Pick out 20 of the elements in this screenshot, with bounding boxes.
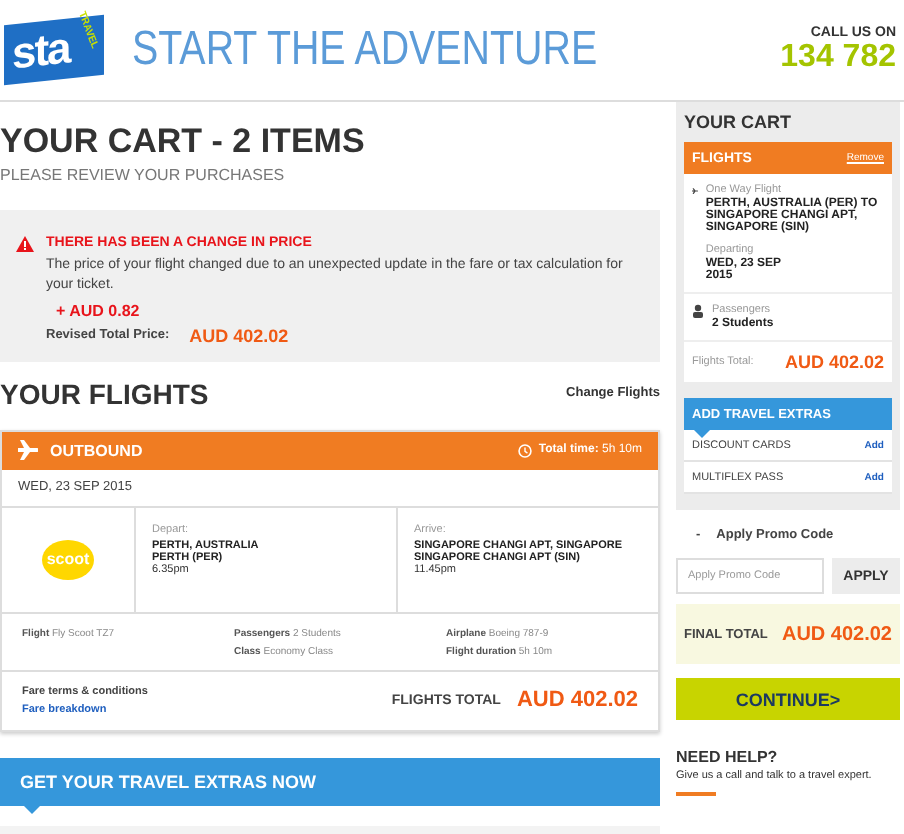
tagline: START THE ADVENTURE (132, 22, 598, 78)
price-change: + AUD 0.82 (56, 301, 142, 320)
person-icon (692, 304, 704, 318)
outbound-label: OUTBOUND (50, 441, 143, 460)
continue-button[interactable]: CONTINUE> (676, 678, 900, 720)
warning-icon (16, 236, 34, 252)
airline-logo: scoot (42, 539, 94, 580)
clock-icon (518, 443, 533, 458)
page-title: YOUR CART - 2 ITEMS (0, 122, 367, 162)
cart-title: YOUR CART (684, 112, 793, 132)
revised-price: AUD 402.02 (189, 325, 289, 346)
flights-total: AUD 402.02 (516, 688, 638, 713)
final-total: AUD 402.02 (781, 623, 892, 645)
plane-icon (692, 184, 698, 198)
cart-total: AUD 402.02 (784, 352, 884, 372)
plane-icon (18, 440, 38, 461)
help-title: NEED HELP? (676, 748, 780, 766)
section-title: YOUR FLIGHTS (0, 377, 209, 410)
phone-number: 134 782 (780, 39, 896, 75)
page-subtitle: PLEASE REVIEW YOUR PURCHASES (0, 166, 287, 184)
